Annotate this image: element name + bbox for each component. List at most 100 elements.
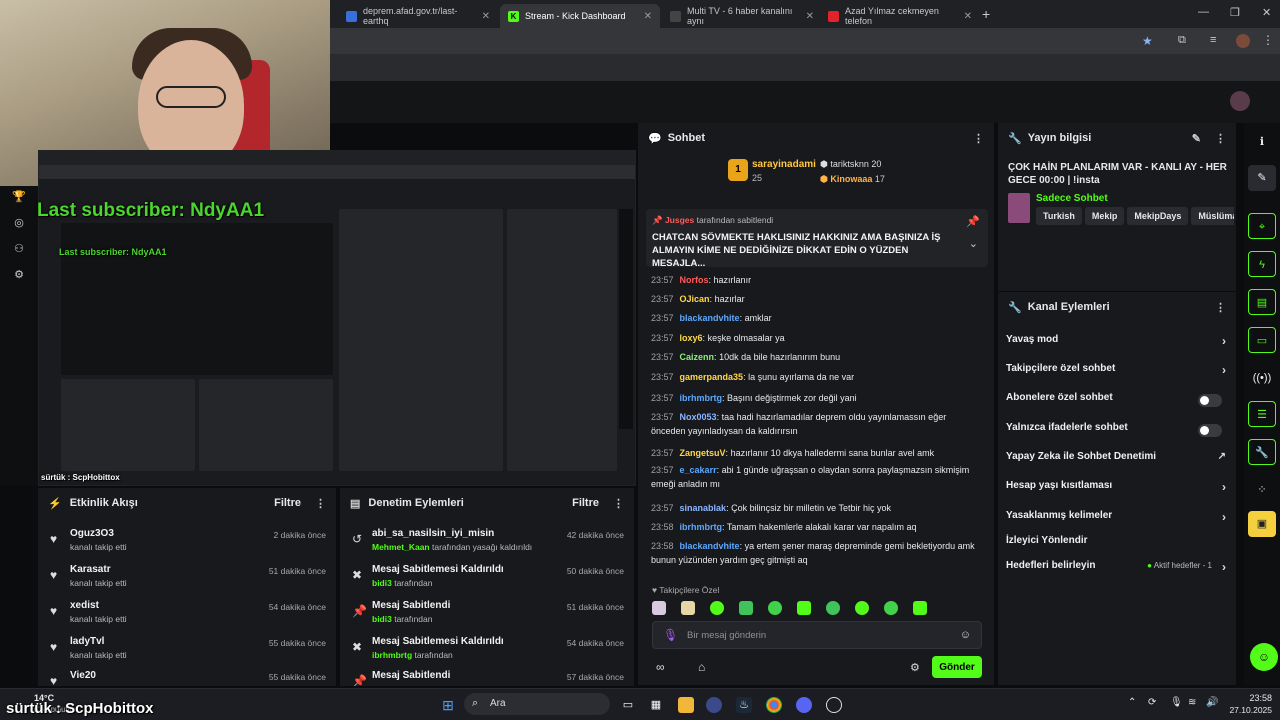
user-name[interactable]: xedist <box>70 600 99 611</box>
more-icon[interactable]: ⋮ <box>973 132 984 145</box>
category-name[interactable]: Sadece Sohbet <box>1036 193 1108 204</box>
chat-message[interactable]: 23:57 Nox0053: taa hadi hazırlamadılar de… <box>651 410 981 438</box>
maximize-icon[interactable]: ❐ <box>1230 6 1240 19</box>
microphone-icon[interactable]: 🎙 <box>663 628 678 642</box>
category-thumbnail[interactable] <box>1008 193 1030 223</box>
emote-icon[interactable] <box>710 601 724 615</box>
chrome-icon[interactable] <box>766 697 782 713</box>
action-raid[interactable]: İzleyici Yönlendir <box>1006 535 1226 559</box>
more-icon[interactable]: ⋮ <box>1215 132 1226 145</box>
actor-name[interactable]: bidi3 <box>372 578 392 588</box>
chat-message[interactable]: 23:57 OJican: hazırlar <box>651 292 981 306</box>
subscribers-only-toggle[interactable] <box>1198 394 1222 407</box>
document-icon[interactable]: ▤ <box>1248 289 1276 315</box>
action-banned-words[interactable]: Yasaklanmış kelimeler › <box>1006 510 1226 534</box>
taskbar-search[interactable]: ⌕ Ara <box>464 693 610 715</box>
chat-message[interactable]: 23:57 sinanablak: Çok bilinçsiz bir mille… <box>651 501 981 515</box>
filter-button[interactable]: Filtre <box>572 497 599 509</box>
microphone-icon[interactable]: 🎙 <box>1170 697 1183 708</box>
message-username[interactable]: blackandvhite <box>680 541 740 551</box>
leaderboard-third[interactable]: ⬢ Kinowaaa 17 <box>820 174 885 185</box>
message-username[interactable]: blackandvhite <box>680 313 740 323</box>
loop-icon[interactable]: ∞ <box>656 660 665 674</box>
obs-icon[interactable] <box>826 697 842 713</box>
more-icon[interactable]: ⋮ <box>613 497 624 510</box>
windows-start-icon[interactable]: ⊞ <box>440 697 456 713</box>
action-slow-mode[interactable]: Yavaş mod › <box>1006 334 1226 358</box>
chevron-down-icon[interactable]: ⌄ <box>969 237 978 250</box>
network-icon[interactable]: ⟳ <box>1148 697 1156 708</box>
discord-icon[interactable] <box>796 697 812 713</box>
browser-menu-icon[interactable]: ⋮ <box>1262 33 1274 47</box>
browser-tab-youtube[interactable]: Azad Yılmaz cekmeyen telefon ✕ <box>820 4 980 28</box>
task-view-icon[interactable]: ▭ <box>620 697 636 713</box>
wifi-icon[interactable]: ≋ <box>1188 697 1196 708</box>
chat-message[interactable]: 23:57 Norfos: hazırlanır <box>651 273 981 287</box>
volume-icon[interactable]: 🔊 <box>1206 697 1218 708</box>
wrench-icon[interactable]: 🔧 <box>1248 439 1276 465</box>
leaderboard-second[interactable]: ⬢ tariktsknn 20 <box>820 159 881 170</box>
close-icon[interactable]: ✕ <box>964 11 972 22</box>
message-username[interactable]: gamerpanda35 <box>680 372 744 382</box>
app-icon[interactable] <box>706 697 722 713</box>
pencil-icon[interactable]: ✎ <box>1248 165 1276 191</box>
chat-message[interactable]: 23:57 Caizenn: 10dk da bile hazırlanırım … <box>651 350 981 364</box>
chat-message[interactable]: 23:58 ibrhmbrtg: Tamam hakemlerle alakalı… <box>651 520 981 534</box>
send-button[interactable]: Gönder <box>932 656 982 678</box>
user-name[interactable]: ladyTvl <box>70 636 104 647</box>
tag[interactable]: Turkish <box>1036 207 1082 225</box>
edit-icon[interactable]: ✎ <box>1192 132 1201 145</box>
apps-icon[interactable]: ⁘ <box>1248 477 1276 503</box>
emote-icon[interactable] <box>768 601 782 615</box>
message-username[interactable]: e_cakarr <box>680 465 717 475</box>
lightning-icon[interactable]: ϟ <box>1248 251 1276 277</box>
settings-icon[interactable]: ⚙ <box>11 268 27 284</box>
unpin-button-icon[interactable]: 📌 <box>966 215 980 228</box>
action-account-age[interactable]: Hesap yaşı kısıtlaması › <box>1006 480 1226 504</box>
message-username[interactable]: OJican <box>680 294 710 304</box>
chat-message[interactable]: 23:57 ZangetsuV: hazırlanır 10 dkya halle… <box>651 446 981 460</box>
user-name[interactable]: Karasatr <box>70 564 111 575</box>
gift-icon[interactable]: ▣ <box>1248 511 1276 537</box>
message-username[interactable]: Nox0053 <box>680 412 717 422</box>
actor-name[interactable]: bidi3 <box>372 614 392 624</box>
extensions-icon[interactable]: ⧉ <box>1178 34 1186 47</box>
chat-icon[interactable]: ▭ <box>1248 327 1276 353</box>
emoji-icon[interactable]: ☺ <box>960 629 971 641</box>
close-icon[interactable]: ✕ <box>644 11 652 22</box>
emote-icon[interactable] <box>739 601 753 615</box>
more-icon[interactable]: ⋮ <box>315 497 326 510</box>
calculator-icon[interactable]: ▦ <box>648 697 664 713</box>
user-avatar[interactable] <box>1230 91 1250 111</box>
chat-message[interactable]: 23:57 e_cakarr: abi 1 günde uğraşsan o ol… <box>651 463 981 491</box>
more-icon[interactable]: ⋮ <box>1215 301 1226 314</box>
leaderboard-first-name[interactable]: sarayinadami <box>752 159 816 170</box>
taskbar-time[interactable]: 23:58 <box>1238 693 1272 703</box>
file-explorer-icon[interactable] <box>678 697 694 713</box>
store-icon[interactable]: ⌂ <box>698 660 705 674</box>
trophy-icon[interactable]: 🏆 <box>11 190 27 206</box>
emote-icon[interactable] <box>884 601 898 615</box>
browser-tab-afad[interactable]: deprem.afad.gov.tr/last-earthq ✕ <box>338 4 498 28</box>
action-ai-moderation[interactable]: Yapay Zeka ile Sohbet Denetimi ↗ <box>1006 451 1226 475</box>
support-icon[interactable]: ☺ <box>1250 643 1278 671</box>
emote-icon[interactable] <box>797 601 811 615</box>
actor-name[interactable]: ibrhmbrtg <box>372 650 412 660</box>
profile-avatar[interactable] <box>1236 34 1250 48</box>
emote-only-toggle[interactable] <box>1198 424 1222 437</box>
tag[interactable]: MekipDays <box>1127 207 1189 225</box>
queue-icon[interactable]: ☰ <box>1248 401 1276 427</box>
emote-icon[interactable] <box>855 601 869 615</box>
user-name[interactable]: Oguz3O3 <box>70 528 114 539</box>
emote-icon[interactable] <box>652 601 666 615</box>
message-username[interactable]: Norfos <box>680 275 709 285</box>
pinned-message[interactable]: 📌 Jusges tarafından sabitlendi CHATCAN S… <box>646 209 988 269</box>
chat-message[interactable]: 23:58 blackandvhite: ya ertem şener maraş… <box>651 539 981 567</box>
chat-message[interactable]: 23:57 blackandvhite: amklar <box>651 311 981 325</box>
browser-tab-multitv[interactable]: Multi TV - 6 haber kanalını aynı ✕ <box>662 4 822 28</box>
bookmark-star-icon[interactable]: ★ <box>1142 34 1153 48</box>
taskbar-date[interactable]: 27.10.2025 <box>1222 705 1272 715</box>
browser-tab-kick[interactable]: K Stream - Kick Dashboard ✕ <box>500 4 660 28</box>
actor-name[interactable]: Mehmet_Kaan <box>372 542 430 552</box>
chevron-up-icon[interactable]: ⌃ <box>1128 697 1136 708</box>
